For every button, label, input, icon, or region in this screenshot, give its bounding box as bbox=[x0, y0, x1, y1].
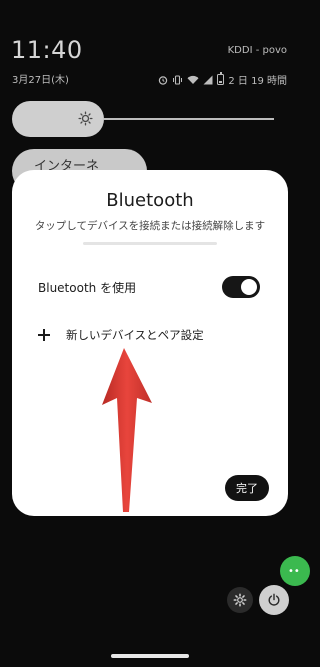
bluetooth-toggle-label: Bluetooth を使用 bbox=[38, 280, 137, 295]
toggle-knob bbox=[241, 279, 257, 295]
carrier-label: KDDI - povo bbox=[227, 45, 287, 56]
home-indicator[interactable] bbox=[111, 654, 189, 658]
status-icons: 2 日 19 時間 bbox=[158, 72, 287, 87]
more-dots-icon: •• bbox=[288, 565, 300, 577]
bluetooth-toggle-row[interactable]: Bluetooth を使用 bbox=[38, 275, 260, 299]
settings-button[interactable] bbox=[227, 587, 253, 613]
done-button[interactable]: 完了 bbox=[225, 475, 269, 501]
pair-new-device-button[interactable]: 新しいデバイスとペア設定 bbox=[38, 324, 262, 346]
alarm-icon bbox=[159, 75, 168, 85]
brightness-icon bbox=[78, 111, 93, 126]
power-button[interactable] bbox=[259, 585, 289, 615]
pair-new-device-label: 新しいデバイスとペア設定 bbox=[66, 328, 204, 342]
battery-remaining: 2 日 19 時間 bbox=[228, 76, 287, 87]
dialog-subtitle: タップしてデバイスを接続または接続解除します bbox=[34, 220, 266, 232]
signal-icon bbox=[203, 75, 213, 84]
red-arrow-annotation bbox=[102, 348, 152, 512]
wifi-icon bbox=[187, 75, 199, 84]
edit-fab[interactable]: •• bbox=[280, 556, 310, 586]
vibrate-icon bbox=[173, 74, 183, 85]
device-list-divider bbox=[83, 242, 217, 245]
power-icon bbox=[268, 593, 280, 606]
dialog-title: Bluetooth bbox=[106, 190, 194, 211]
plus-icon bbox=[38, 329, 50, 341]
bluetooth-toggle-switch[interactable] bbox=[222, 276, 260, 298]
gear-icon bbox=[233, 593, 247, 607]
battery-icon bbox=[217, 72, 225, 85]
status-date: 3月27日(木) bbox=[12, 75, 69, 86]
brightness-track-line bbox=[104, 118, 274, 120]
brightness-slider[interactable] bbox=[12, 101, 274, 137]
status-time: 11:40 bbox=[11, 36, 83, 64]
